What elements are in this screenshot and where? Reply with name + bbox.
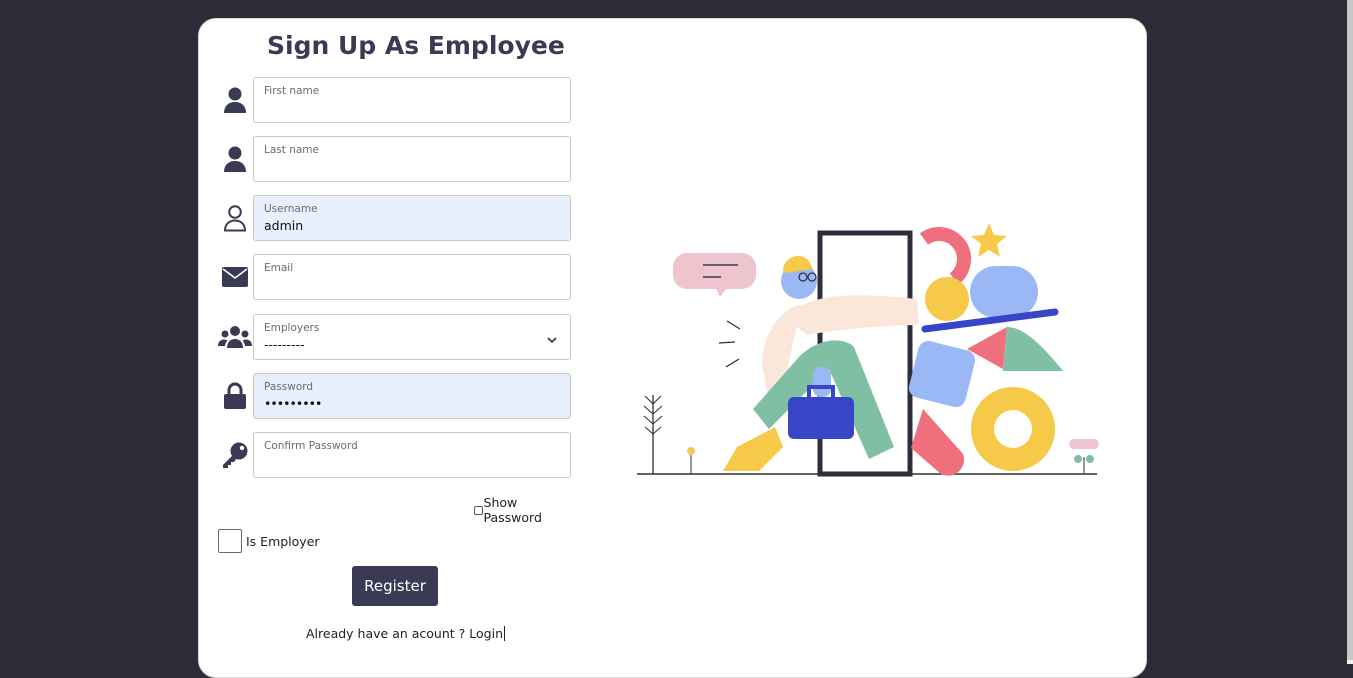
user-outline-icon <box>217 195 253 241</box>
username-label: Username <box>264 203 318 215</box>
employers-label: Employers <box>264 322 320 334</box>
envelope-icon <box>217 254 253 300</box>
scrollbar[interactable] <box>1347 0 1353 664</box>
user-icon <box>217 77 253 123</box>
last-name-field[interactable]: Last name <box>253 136 571 182</box>
confirm-password-row: Confirm Password <box>217 432 572 478</box>
username-field[interactable]: Username admin <box>253 195 571 241</box>
register-button[interactable]: Register <box>352 566 438 606</box>
confirm-password-field[interactable]: Confirm Password <box>253 432 571 478</box>
login-prompt-text: Already have an acount ? <box>306 626 470 641</box>
password-field[interactable]: Password ••••••••• <box>253 373 571 419</box>
last-name-row: Last name <box>217 136 572 182</box>
scrollbar-thumb[interactable] <box>1347 0 1353 660</box>
first-name-row: First name <box>217 77 572 123</box>
password-label: Password <box>264 381 314 393</box>
users-icon <box>217 314 253 360</box>
first-name-label: First name <box>264 85 320 97</box>
username-value: admin <box>264 218 304 233</box>
password-value: ••••••••• <box>264 396 322 411</box>
email-field[interactable]: Email <box>253 254 571 300</box>
last-name-label: Last name <box>264 144 319 156</box>
confirm-password-label: Confirm Password <box>264 440 358 452</box>
page-title: Sign Up As Employee <box>267 31 565 60</box>
key-icon <box>217 432 253 478</box>
show-password-checkbox[interactable] <box>474 505 483 515</box>
email-label: Email <box>264 262 294 274</box>
employers-select[interactable]: Employers --------- <box>253 314 571 360</box>
chevron-down-icon <box>546 331 558 350</box>
login-prompt: Already have an acount ? Login <box>306 626 505 641</box>
is-employer-checkbox[interactable] <box>218 529 242 553</box>
password-row: Password ••••••••• <box>217 373 572 419</box>
email-row: Email <box>217 254 572 300</box>
employers-row: Employers --------- <box>217 314 572 360</box>
is-employer-label: Is Employer <box>246 533 320 549</box>
employers-selected-value: --------- <box>264 337 305 352</box>
username-row: Username admin <box>217 195 572 241</box>
signup-illustration <box>637 223 1099 477</box>
first-name-field[interactable]: First name <box>253 77 571 123</box>
user-icon <box>217 136 253 182</box>
lock-icon <box>217 373 253 419</box>
is-employer-toggle[interactable]: Is Employer <box>218 529 320 553</box>
show-password-label: Show Password <box>483 495 542 525</box>
login-link[interactable]: Login <box>469 626 505 641</box>
signup-card: Sign Up As Employee First name Last name… <box>198 18 1147 678</box>
show-password-toggle[interactable]: Show Password <box>474 495 573 525</box>
